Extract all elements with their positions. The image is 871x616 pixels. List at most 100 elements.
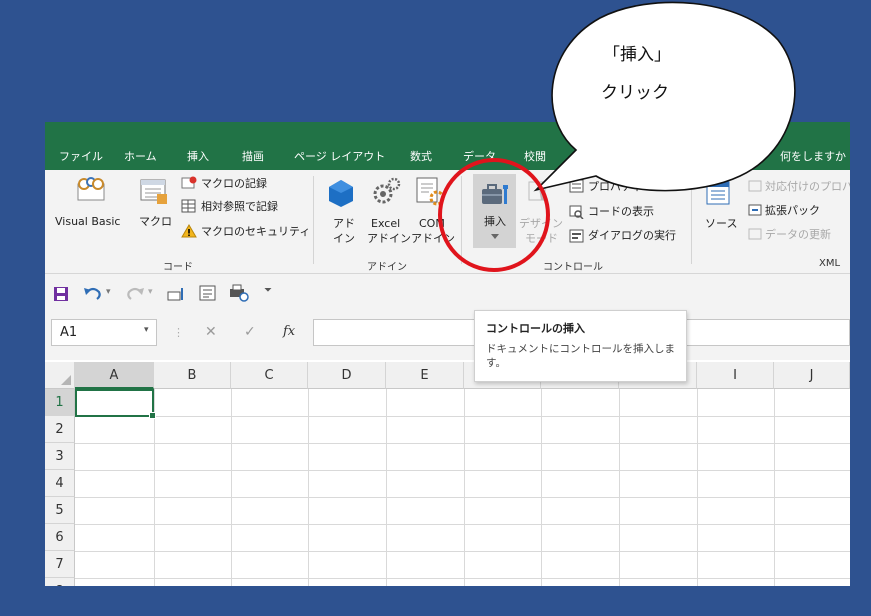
run-dialog-button[interactable]: ダイアログの実行: [588, 229, 676, 243]
column-header-d[interactable]: D: [308, 362, 386, 389]
gridline: [619, 389, 620, 586]
relative-reference-button[interactable]: 相対参照で記録: [201, 200, 278, 214]
row-header-1[interactable]: 1: [45, 389, 75, 416]
save-icon[interactable]: [53, 286, 69, 302]
redo-dropdown-icon[interactable]: ▾: [148, 285, 153, 299]
addins-label-1[interactable]: アド: [333, 217, 355, 231]
name-box-dropdown-icon[interactable]: ▾: [144, 325, 149, 335]
expansion-packs-button[interactable]: 拡張パック: [765, 204, 820, 218]
group-divider: [461, 176, 462, 264]
tab-formulas[interactable]: 数式: [410, 148, 432, 164]
properties-icon: [569, 179, 584, 193]
map-properties-button[interactable]: 対応付けのプロパ: [765, 180, 850, 194]
tab-page-layout[interactable]: ページ レイアウト: [294, 148, 385, 164]
insert-function-icon[interactable]: fx: [283, 325, 295, 339]
tooltip-title: コントロールの挿入: [486, 322, 585, 335]
xml-source-button[interactable]: ソース: [705, 217, 737, 231]
gridline: [464, 389, 465, 586]
selected-cell-a1[interactable]: [75, 389, 156, 419]
excel-addins-label-2[interactable]: アドイン: [367, 232, 411, 246]
design-mode-label-1[interactable]: デザイン: [519, 217, 563, 231]
undo-dropdown-icon[interactable]: ▾: [106, 285, 111, 299]
properties-button[interactable]: プロパティ: [588, 180, 642, 194]
row-header-4[interactable]: 4: [45, 470, 75, 497]
print-preview-icon[interactable]: [229, 284, 249, 302]
gridline: [308, 389, 309, 586]
row-header-2[interactable]: 2: [45, 416, 75, 443]
spreadsheet-grid: A B C D E F G H I J 1 2 3 4 5 6 7 8: [45, 362, 850, 586]
tab-file[interactable]: ファイル: [59, 148, 103, 164]
gridline: [75, 524, 850, 525]
sort-icon[interactable]: [167, 286, 185, 302]
column-header-c[interactable]: C: [231, 362, 308, 389]
gridline: [75, 416, 850, 417]
addins-label-2[interactable]: イン: [333, 232, 355, 246]
view-code-button[interactable]: コードの表示: [588, 205, 654, 219]
gridline: [541, 389, 542, 586]
refresh-data-icon: [748, 228, 762, 240]
column-header-j[interactable]: J: [774, 362, 850, 389]
com-addins-label-2[interactable]: アドイン: [411, 232, 455, 246]
expansion-pack-icon: [748, 204, 762, 216]
formula-bar-row: A1 ▾ ⋮ ✕ ✓ fx: [45, 314, 850, 360]
addin-store-icon: [329, 180, 353, 207]
macro-security-button[interactable]: マクロのセキュリティ: [201, 225, 310, 239]
macro-icon: [140, 179, 167, 204]
tab-insert[interactable]: 挿入: [187, 148, 209, 164]
insert-control-button[interactable]: 挿入: [473, 174, 516, 248]
name-box-value: A1: [60, 325, 78, 340]
tooltip-description: ドキュメントにコントロールを挿入します。: [486, 343, 675, 369]
select-all-icon: [61, 375, 71, 385]
visual-basic-button[interactable]: Visual Basic: [55, 215, 120, 229]
row-header-8[interactable]: 8: [45, 578, 75, 586]
tab-data[interactable]: データ: [463, 148, 496, 164]
cancel-icon[interactable]: ✕: [205, 325, 217, 339]
fill-handle[interactable]: [149, 412, 156, 419]
select-all-corner[interactable]: [45, 362, 75, 389]
name-box[interactable]: A1 ▾: [51, 319, 157, 346]
column-header-a[interactable]: A: [75, 362, 154, 389]
column-header-b[interactable]: B: [154, 362, 231, 389]
record-macro-icon: [181, 176, 197, 189]
customize-toolbar-icon[interactable]: ⏷: [264, 284, 272, 298]
macro-button[interactable]: マクロ: [139, 215, 172, 229]
chevron-down-icon: [491, 234, 499, 239]
excel-addins-gear-icon: [373, 177, 401, 204]
form-icon[interactable]: [199, 285, 217, 301]
tell-me-search[interactable]: 何をしますか: [780, 148, 846, 164]
design-mode-label-2[interactable]: モード: [525, 232, 558, 246]
tab-review[interactable]: 校閲: [524, 148, 546, 164]
insert-control-tooltip: コントロールの挿入 ドキュメントにコントロールを挿入します。: [474, 310, 687, 382]
group-divider: [691, 176, 692, 264]
record-macro-button[interactable]: マクロの記録: [201, 177, 267, 191]
undo-icon[interactable]: [83, 284, 103, 302]
group-divider: [313, 176, 314, 264]
excel-addins-label-1[interactable]: Excel: [371, 217, 400, 231]
gridline: [774, 389, 775, 586]
callout-line-2: クリック: [601, 83, 669, 103]
design-mode-icon: [528, 181, 548, 202]
controls-group-label: コントロール: [543, 262, 603, 273]
com-addins-icon: [416, 177, 445, 206]
gridline: [75, 578, 850, 579]
tab-draw[interactable]: 描画: [242, 148, 264, 164]
toolbox-icon: [482, 184, 508, 204]
row-header-6[interactable]: 6: [45, 524, 75, 551]
column-header-i[interactable]: I: [697, 362, 774, 389]
com-addins-label-1[interactable]: COM: [419, 217, 445, 231]
quick-access-toolbar: ▾ ▾ ⏷: [45, 274, 850, 314]
row-header-5[interactable]: 5: [45, 497, 75, 524]
view-code-icon: [569, 205, 584, 219]
redo-icon[interactable]: [125, 284, 145, 302]
refresh-data-button[interactable]: データの更新: [765, 228, 831, 242]
gridline: [697, 389, 698, 586]
callout-line-1: 「挿入」: [603, 45, 671, 65]
tab-home[interactable]: ホーム: [124, 148, 157, 164]
row-header-7[interactable]: 7: [45, 551, 75, 578]
warning-icon: [181, 224, 197, 238]
column-header-e[interactable]: E: [386, 362, 464, 389]
row-header-3[interactable]: 3: [45, 443, 75, 470]
enter-icon[interactable]: ✓: [244, 325, 256, 339]
gridline: [75, 551, 850, 552]
gridline: [386, 389, 387, 586]
